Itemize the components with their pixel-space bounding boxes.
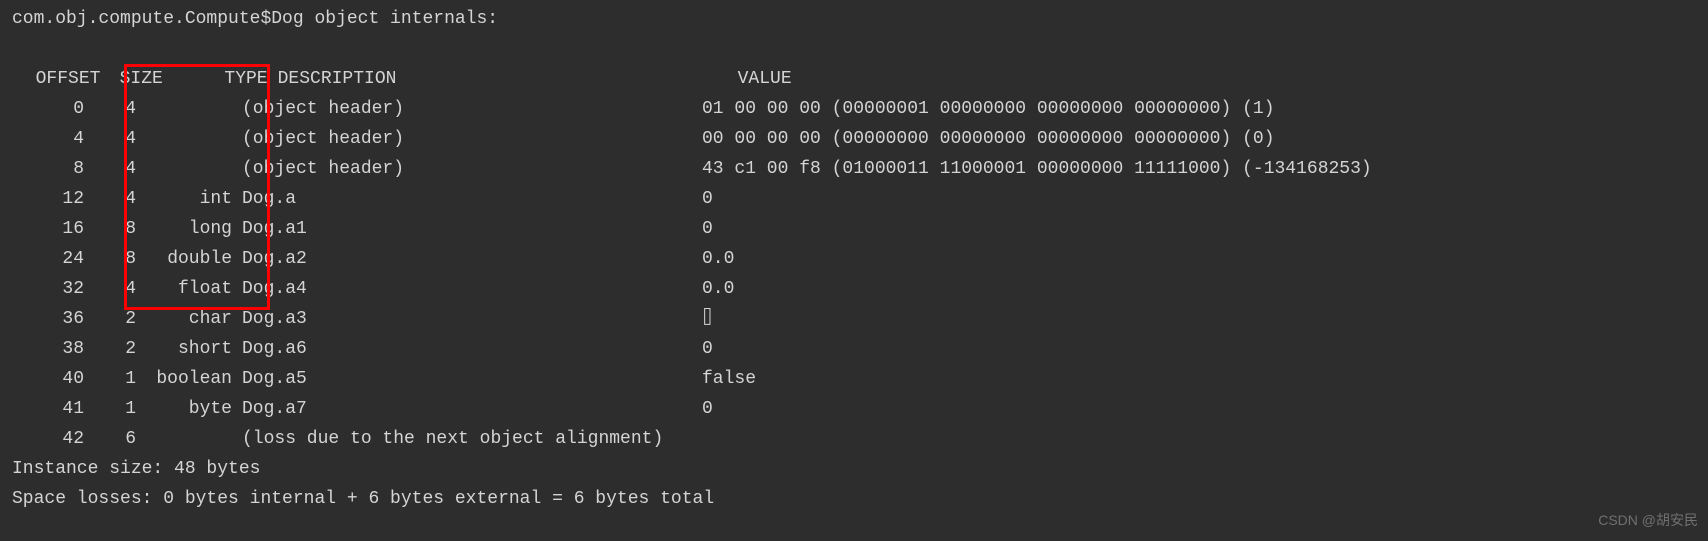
cell-offset: 0 xyxy=(12,94,84,124)
cell-value: ⌷ xyxy=(692,304,713,334)
cell-description: Dog.a4 xyxy=(232,274,692,304)
cell-type: double xyxy=(136,244,232,274)
cell-size: 4 xyxy=(84,94,136,124)
cell-offset: 24 xyxy=(12,244,84,274)
table-row: 04 (object header)01 00 00 00 (00000001 0… xyxy=(12,94,1696,124)
data-rows: 04(object header)01 00 00 00 (00000001 0… xyxy=(12,94,1696,454)
table-row: 44 (object header)00 00 00 00 (00000000 0… xyxy=(12,124,1696,154)
cell-offset: 36 xyxy=(12,304,84,334)
table-row: 168longDog.a10 xyxy=(12,214,1696,244)
table-row: 426 (loss due to the next object alignmen… xyxy=(12,424,1696,454)
table-row: 248doubleDog.a20.0 xyxy=(12,244,1696,274)
cell-type: boolean xyxy=(136,364,232,394)
cell-description: Dog.a1 xyxy=(232,214,692,244)
cell-offset: 42 xyxy=(12,424,84,454)
cell-value: 0 xyxy=(692,394,713,424)
table-row: 382shortDog.a60 xyxy=(12,334,1696,364)
cell-size: 4 xyxy=(84,124,136,154)
cell-offset: 40 xyxy=(12,364,84,394)
cell-value: 00 00 00 00 (00000000 00000000 00000000 … xyxy=(692,124,1275,154)
cell-type: short xyxy=(136,334,232,364)
cell-type: char xyxy=(136,304,232,334)
cell-value: false xyxy=(692,364,756,394)
cell-type: float xyxy=(136,274,232,304)
cell-size: 1 xyxy=(84,364,136,394)
cell-description: Dog.a7 xyxy=(232,394,692,424)
cell-size: 8 xyxy=(84,244,136,274)
watermark: CSDN @胡安民 xyxy=(1598,505,1698,535)
cell-description: Dog.a6 xyxy=(232,334,692,364)
cell-type: byte xyxy=(136,394,232,424)
cell-value: 0 xyxy=(692,334,713,364)
cell-description: Dog.a5 xyxy=(232,364,692,394)
cell-value: 0 xyxy=(692,184,713,214)
cell-type: long xyxy=(136,214,232,244)
cell-value: 0.0 xyxy=(692,244,734,274)
cell-description: (object header) xyxy=(232,124,692,154)
cell-size: 2 xyxy=(84,304,136,334)
header-description: DESCRIPTION xyxy=(268,64,728,94)
cell-description: Dog.a2 xyxy=(232,244,692,274)
space-losses: Space losses: 0 bytes internal + 6 bytes… xyxy=(12,484,1696,514)
table-row: 401booleanDog.a5false xyxy=(12,364,1696,394)
cell-size: 1 xyxy=(84,394,136,424)
cell-offset: 41 xyxy=(12,394,84,424)
cell-size: 6 xyxy=(84,424,136,454)
cell-description: Dog.a3 xyxy=(232,304,692,334)
instance-size: Instance size: 48 bytes xyxy=(12,454,1696,484)
table-row: 411byteDog.a70 xyxy=(12,394,1696,424)
header-value: VALUE xyxy=(728,64,792,94)
cell-description: (loss due to the next object alignment) xyxy=(232,424,692,454)
table-row: 84 (object header)43 c1 00 f8 (01000011 1… xyxy=(12,154,1696,184)
cell-value: 0 xyxy=(692,214,713,244)
cell-size: 4 xyxy=(84,184,136,214)
header-size: SIZE xyxy=(108,64,172,94)
header-row: OFFSETSIZETYPEDESCRIPTIONVALUE xyxy=(12,34,1696,94)
cell-size: 4 xyxy=(84,274,136,304)
header-offset: OFFSET xyxy=(34,64,108,94)
cell-offset: 4 xyxy=(12,124,84,154)
cell-size: 2 xyxy=(84,334,136,364)
cell-type: int xyxy=(136,184,232,214)
cell-size: 8 xyxy=(84,214,136,244)
cell-description: (object header) xyxy=(232,94,692,124)
header-type: TYPE xyxy=(172,64,268,94)
cell-offset: 38 xyxy=(12,334,84,364)
cell-description: Dog.a xyxy=(232,184,692,214)
cell-offset: 16 xyxy=(12,214,84,244)
table-row: 362charDog.a3⌷ xyxy=(12,304,1696,334)
cell-value: 0.0 xyxy=(692,274,734,304)
cell-offset: 8 xyxy=(12,154,84,184)
object-title: com.obj.compute.Compute$Dog object inter… xyxy=(12,4,1696,34)
table-row: 324floatDog.a40.0 xyxy=(12,274,1696,304)
table-row: 124intDog.a0 xyxy=(12,184,1696,214)
cell-value: 01 00 00 00 (00000001 00000000 00000000 … xyxy=(692,94,1275,124)
cell-description: (object header) xyxy=(232,154,692,184)
cell-size: 4 xyxy=(84,154,136,184)
cell-offset: 32 xyxy=(12,274,84,304)
cell-value: 43 c1 00 f8 (01000011 11000001 00000000 … xyxy=(692,154,1372,184)
cell-offset: 12 xyxy=(12,184,84,214)
